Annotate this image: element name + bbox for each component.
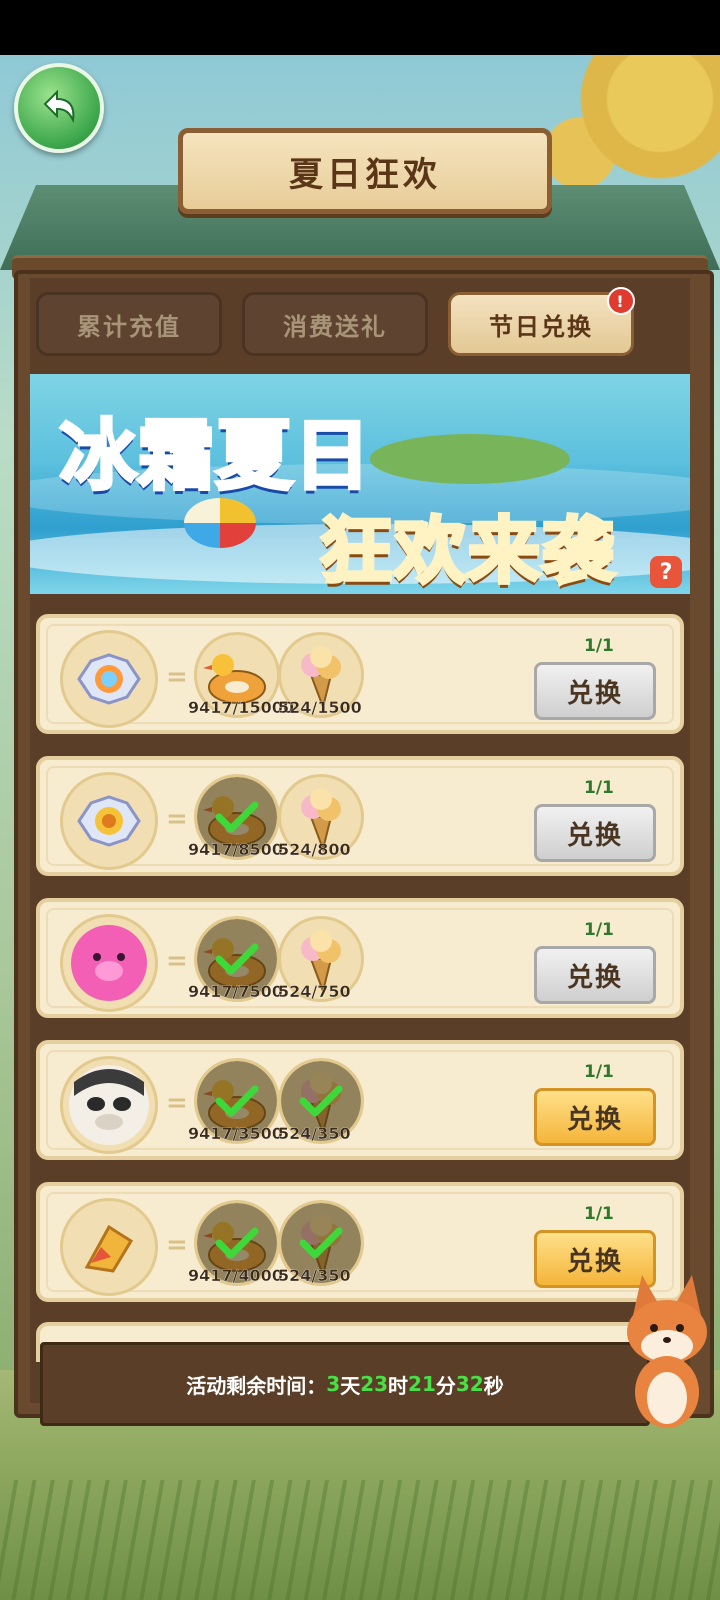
banner-title-line1: 冰霜夏日 (58, 409, 372, 502)
equals-sign: = (166, 1230, 188, 1260)
help-button[interactable]: ? (650, 556, 682, 588)
exchange-limit: 1/1 (584, 920, 614, 940)
beach-ball-icon (184, 498, 256, 548)
back-arrow-icon (43, 89, 75, 124)
tab-spend-gift[interactable]: 消费送礼 (242, 292, 428, 356)
exchange-button[interactable]: 兑换 (534, 662, 656, 720)
timer-hours: 23 (360, 1372, 389, 1396)
equals-sign: = (166, 1088, 188, 1118)
exchange-limit: 1/1 (584, 1204, 614, 1224)
reward-pink-pig-avatar-icon (60, 914, 158, 1012)
equals-sign: = (166, 946, 188, 976)
cost-count: 9417/7500 (188, 982, 283, 1001)
tab-festival-exchange[interactable]: 节日兑换 ! (448, 287, 635, 356)
exchange-button[interactable]: 兑换 (534, 1088, 656, 1146)
cost-count: 524/350 (278, 1266, 351, 1285)
tab-label: 节日兑换 (489, 312, 593, 341)
list-item: = 9417/15000 524/1500 1/1 兑换 (36, 614, 684, 734)
tab-cumulative-recharge[interactable]: 累计充值 (36, 292, 222, 356)
banner-title-line2: 狂欢来袭 (318, 507, 617, 594)
cost-count: 524/1500 (278, 698, 362, 717)
timer-days: 3 (326, 1372, 341, 1396)
reward-ornate-frame-gold-icon (60, 772, 158, 870)
reward-panda-avatar-icon (60, 1056, 158, 1154)
equals-sign: = (166, 662, 188, 692)
cost-count: 524/750 (278, 982, 351, 1001)
page-title: 夏日狂欢 (289, 154, 441, 195)
cost-count: 9417/3500 (188, 1124, 283, 1143)
island-decoration (370, 434, 570, 484)
list-item: = 9417/3500 524/350 1/1 兑换 (36, 1040, 684, 1160)
title-board: 夏日狂欢 (178, 128, 552, 214)
exchange-limit: 1/1 (584, 778, 614, 798)
list-item: = 9417/7500 524/750 1/1 兑换 (36, 898, 684, 1018)
cost-count: 524/800 (278, 840, 351, 859)
exchange-limit: 1/1 (584, 636, 614, 656)
equals-sign: = (166, 804, 188, 834)
timer-label: 活动剩余时间： (186, 1373, 327, 1398)
tab-bar: 累计充值 消费送礼 节日兑换 ! (32, 287, 692, 356)
list-item: = 9417/4000 524/350 1/1 兑换 (36, 1182, 684, 1302)
back-button[interactable] (14, 63, 104, 153)
timer-minutes: 21 (408, 1372, 436, 1396)
exchange-button[interactable]: 兑换 (534, 946, 656, 1004)
event-timer: 活动剩余时间： 3 天 23 时 21 分 32 秒 (40, 1342, 650, 1426)
event-banner: 冰霜夏日 狂欢来袭 ? (30, 374, 690, 594)
reward-ornate-frame-rainbow-icon (60, 630, 158, 728)
cost-count: 524/350 (278, 1124, 351, 1143)
alert-badge: ! (607, 287, 635, 315)
tab-label: 累计充值 (77, 312, 181, 341)
tab-label: 消费送礼 (283, 312, 387, 341)
list-item: = 9417/8500 524/800 1/1 兑换 (36, 756, 684, 876)
exchange-limit: 1/1 (584, 1062, 614, 1082)
cost-count: 9417/4000 (188, 1266, 283, 1285)
fox-mascot (627, 1275, 707, 1428)
cost-count: 9417/8500 (188, 840, 283, 859)
exchange-button[interactable]: 兑换 (534, 804, 656, 862)
reward-golden-horn-item-icon (60, 1198, 158, 1296)
timer-seconds: 32 (455, 1372, 484, 1396)
